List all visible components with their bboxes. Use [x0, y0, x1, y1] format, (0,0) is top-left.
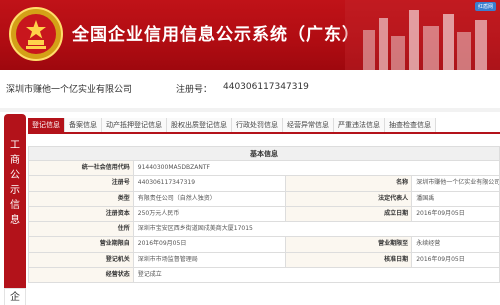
- field-label: 成立日期: [286, 206, 413, 222]
- field-value: 登记成立: [133, 268, 500, 283]
- field-label: 营业期限至: [286, 237, 413, 252]
- field-label: 住所: [29, 222, 134, 237]
- site-title: 全国企业信用信息公示系统（广东）: [72, 25, 360, 45]
- field-value: 2016年09月05日: [412, 206, 500, 222]
- tab-serious-violation[interactable]: 严重违法信息: [334, 118, 385, 132]
- table-row: 类型 有限责任公司（自然人独资） 法定代表人 潘国禹: [28, 191, 500, 207]
- table-row: 住所 深圳市宝安区西乡街道固戍美商大厦17015: [28, 222, 500, 238]
- field-label: 法定代表人: [286, 191, 413, 206]
- tab-filing-info[interactable]: 备案信息: [65, 118, 102, 132]
- side-label-char: 工: [10, 140, 20, 151]
- field-value: 潘国禹: [412, 191, 500, 206]
- field-value: 深圳市市场监督管理局: [133, 252, 287, 268]
- table-row: 统一社会信用代码 91440300MA5DBZANTF: [28, 161, 500, 177]
- site-header: 全国企业信用信息公示系统（广东） 红盾网: [0, 0, 500, 70]
- table-row: 注册号 440306117347319 名称 深圳市赚他一个亿实业有限公司: [28, 176, 500, 192]
- tab-admin-penalty[interactable]: 行政处罚信息: [232, 118, 283, 132]
- tab-chattel-mortgage[interactable]: 动产抵押登记信息: [102, 118, 167, 132]
- reg-number-label: 注册号：: [176, 85, 213, 95]
- field-value: 2016年09月05日: [133, 237, 287, 252]
- tab-spot-check[interactable]: 抽查检查信息: [385, 118, 436, 132]
- table-row: 营业期限自 2016年09月05日 营业期限至 永续经营: [28, 237, 500, 253]
- side-label-char: 信: [10, 200, 20, 211]
- field-value: 440306117347319: [133, 176, 287, 191]
- side-label-char: 息: [10, 215, 20, 226]
- field-value: 永续经营: [412, 237, 500, 252]
- field-value: 91440300MA5DBZANTF: [133, 161, 500, 176]
- tab-registration-info[interactable]: 登记信息: [28, 118, 65, 132]
- table-row: 经营状态 登记成立: [28, 268, 500, 284]
- side-label-char: 示: [10, 185, 20, 196]
- table-row: 注册资本 250万元人民币 成立日期 2016年09月05日: [28, 206, 500, 223]
- field-value: 有限责任公司（自然人独资）: [133, 191, 287, 206]
- field-label: 名称: [286, 176, 413, 191]
- side-label-enterprise-info[interactable]: 企: [4, 288, 26, 305]
- basic-info-table: 基本信息 统一社会信用代码 91440300MA5DBZANTF 注册号 440…: [28, 146, 500, 284]
- reg-number-value: 440306117347319: [223, 82, 309, 92]
- company-bar: 深圳市赚他一个亿实业有限公司 注册号： 440306117347319: [0, 70, 500, 106]
- divider: [0, 108, 500, 112]
- field-value: 250万元人民币: [133, 206, 287, 222]
- tab-bar: 登记信息 备案信息 动产抵押登记信息 股权出质登记信息 行政处罚信息 经营异常信…: [28, 118, 500, 134]
- field-label: 营业期限自: [29, 237, 134, 252]
- field-value: 2016年09月05日: [412, 252, 500, 268]
- tab-equity-pledge[interactable]: 股权出质登记信息: [167, 118, 232, 132]
- field-label: 注册资本: [29, 206, 134, 222]
- field-label: 类型: [29, 191, 134, 206]
- table-row: 登记机关 深圳市市场监督管理局 核准日期 2016年09月05日: [28, 252, 500, 269]
- corner-badge[interactable]: 红盾网: [474, 2, 496, 11]
- field-label: 注册号: [29, 176, 134, 191]
- field-label: 核准日期: [286, 252, 413, 268]
- company-name: 深圳市赚他一个亿实业有限公司: [6, 85, 133, 95]
- field-value: 深圳市赚他一个亿实业有限公司: [412, 176, 500, 191]
- section-title: 基本信息: [28, 146, 500, 161]
- side-label-char: 公: [10, 170, 20, 181]
- field-value: 深圳市宝安区西乡街道固戍美商大厦17015: [133, 222, 500, 237]
- field-label: 登记机关: [29, 252, 134, 268]
- national-emblem-icon: [9, 7, 63, 61]
- tab-abnormal-operation[interactable]: 经营异常信息: [283, 118, 334, 132]
- side-label-char: 企: [10, 292, 20, 303]
- side-label-char: 商: [10, 155, 20, 166]
- field-label: 经营状态: [29, 268, 134, 283]
- field-label: 统一社会信用代码: [29, 161, 134, 176]
- side-label-business-info[interactable]: 工 商 公 示 信 息: [4, 114, 26, 305]
